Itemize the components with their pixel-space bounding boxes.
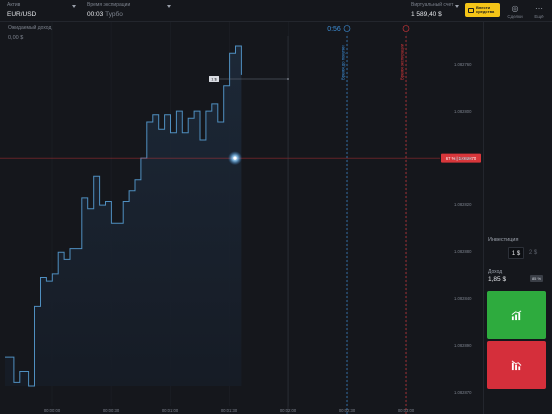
x-tick-label: 00:03:00	[398, 408, 415, 413]
put-down-button[interactable]	[487, 341, 546, 389]
flag-icon	[402, 25, 410, 32]
top-bar: Актив EUR/USD Время экспирации 00:03 Тур…	[0, 0, 552, 22]
more-label: Ещё	[534, 14, 544, 19]
x-tick-label: 00:02:00	[280, 408, 297, 413]
deals-check-icon: ◎	[511, 4, 519, 13]
y-tick-label: 1.082880	[454, 249, 472, 254]
clock-icon	[343, 25, 351, 32]
current-price-dot	[233, 156, 237, 160]
balance-value: 1 589,40 $	[411, 11, 442, 18]
chevron-down-icon[interactable]	[72, 5, 76, 8]
investment-label: Инвестиция	[488, 237, 519, 243]
wallet-icon	[468, 7, 474, 13]
asset-value: EUR/USD	[7, 11, 37, 18]
deals-button[interactable]: ◎ Сделки	[506, 4, 524, 19]
purchase-deadline-label: Время до покупки	[341, 45, 346, 80]
account-selector[interactable]: Виртуальный счет 1 589,40 $	[411, 2, 453, 18]
y-tick-label: 1.082890	[454, 343, 472, 348]
deals-label: Сделки	[507, 14, 523, 19]
y-tick-label: 1.082870	[454, 390, 472, 395]
income-percent-badge: 85 %	[530, 275, 543, 282]
expiry-time: 00:03	[87, 11, 104, 18]
chevron-down-icon[interactable]	[167, 5, 171, 8]
chevron-down-icon[interactable]	[455, 5, 459, 8]
countdown-timer: 0:56	[327, 26, 341, 33]
call-up-button[interactable]	[487, 291, 546, 339]
x-tick-label: 00:01:30	[221, 408, 238, 413]
expiry-mode: Турбо	[105, 11, 123, 18]
x-tick-label: 00:00:00	[44, 408, 61, 413]
deposit-label: Внести средства	[476, 4, 495, 14]
deposit-button[interactable]: Внести средства	[465, 3, 500, 17]
x-tick-label: 00:02:30	[339, 408, 356, 413]
more-dots-icon: ⋯	[535, 4, 543, 13]
expiry-value: 00:03 Турбо	[87, 11, 130, 18]
expiry-label: Время экспирации	[87, 2, 131, 8]
price-chart[interactable]: 67 % | 1.0828701 $0:56Время до покупки Вр…	[0, 22, 482, 414]
account-label: Виртуальный счет	[411, 2, 454, 8]
expiry-selector[interactable]: Время экспирации 00:03 Турбо	[87, 2, 130, 18]
asset-selector[interactable]: Актив EUR/USD	[7, 2, 36, 18]
amount-option-selected[interactable]: 1 $	[508, 247, 524, 259]
amount-option[interactable]: 2 $	[526, 247, 540, 259]
trade-marker-text: 1 $	[211, 77, 217, 82]
y-tick-label: 1.082800	[454, 109, 472, 114]
y-tick-label: 1.082840	[454, 296, 472, 301]
y-tick-label: 1.082860	[454, 156, 472, 161]
x-tick-label: 00:00:30	[103, 408, 120, 413]
chart-down-icon	[511, 360, 522, 370]
more-button[interactable]: ⋯ Ещё	[530, 4, 548, 19]
asset-label: Актив	[7, 2, 21, 8]
y-tick-label: 1.082820	[454, 202, 472, 207]
income-label: Доход	[488, 269, 503, 275]
y-tick-label: 1.082760	[454, 62, 472, 67]
chart-up-icon	[511, 310, 522, 320]
expiration-label: Время экспирации	[400, 43, 405, 80]
x-tick-label: 00:01:00	[162, 408, 179, 413]
income-value: 1,85 $	[488, 276, 507, 283]
